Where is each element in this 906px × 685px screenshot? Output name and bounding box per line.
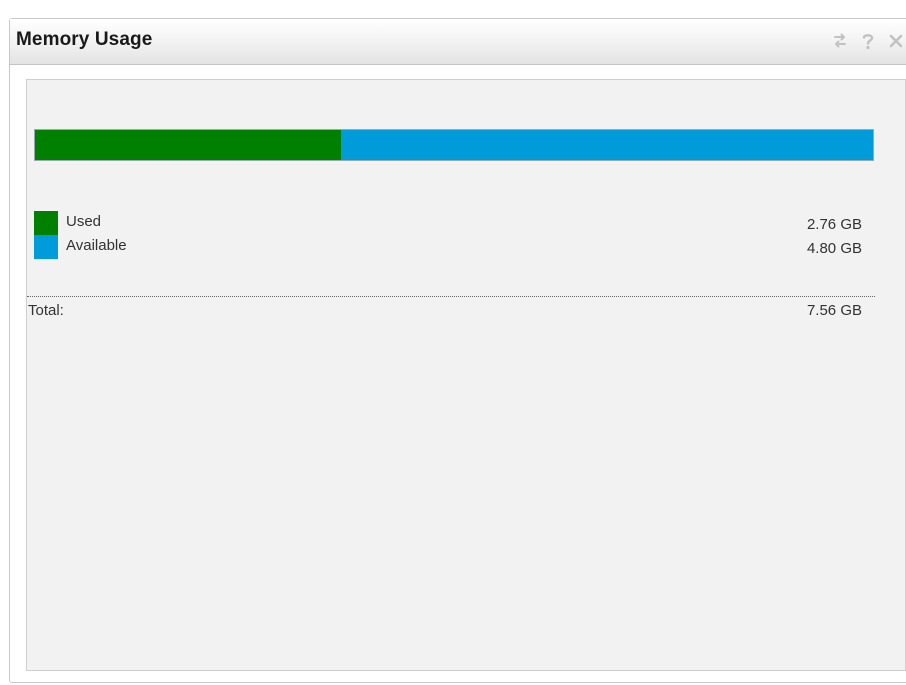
total-value: 7.56 GB: [806, 302, 862, 319]
close-icon[interactable]: [886, 30, 906, 52]
widget-content: Used 2.76 GB Available 4.80 GB Total: 7.…: [26, 79, 906, 671]
legend-value-available: 4.80 GB: [806, 240, 862, 257]
widget-title: Memory Usage: [16, 29, 153, 50]
help-icon[interactable]: [858, 30, 878, 52]
available-memory-segment: [340, 130, 873, 160]
total-label: Total:: [28, 302, 64, 319]
legend-value-used: 2.76 GB: [806, 216, 862, 233]
used-memory-segment: [35, 130, 341, 160]
used-color-swatch: [34, 211, 58, 235]
refresh-icon[interactable]: [830, 30, 850, 52]
widget-header: Memory Usage: [10, 19, 906, 65]
memory-usage-widget: Memory Usage Used 2.76 GB Available 4.80…: [9, 18, 906, 683]
legend-label-available: Available: [66, 237, 127, 254]
total-row: Total: 7.56 GB: [27, 296, 875, 321]
memory-usage-bar: [34, 129, 874, 161]
available-color-swatch: [34, 235, 58, 259]
legend-row-available: Available 4.80 GB: [34, 235, 862, 259]
legend-row-used: Used 2.76 GB: [34, 211, 862, 235]
memory-legend: Used 2.76 GB Available 4.80 GB: [34, 211, 862, 259]
legend-label-used: Used: [66, 213, 102, 230]
header-tools: [830, 29, 906, 53]
